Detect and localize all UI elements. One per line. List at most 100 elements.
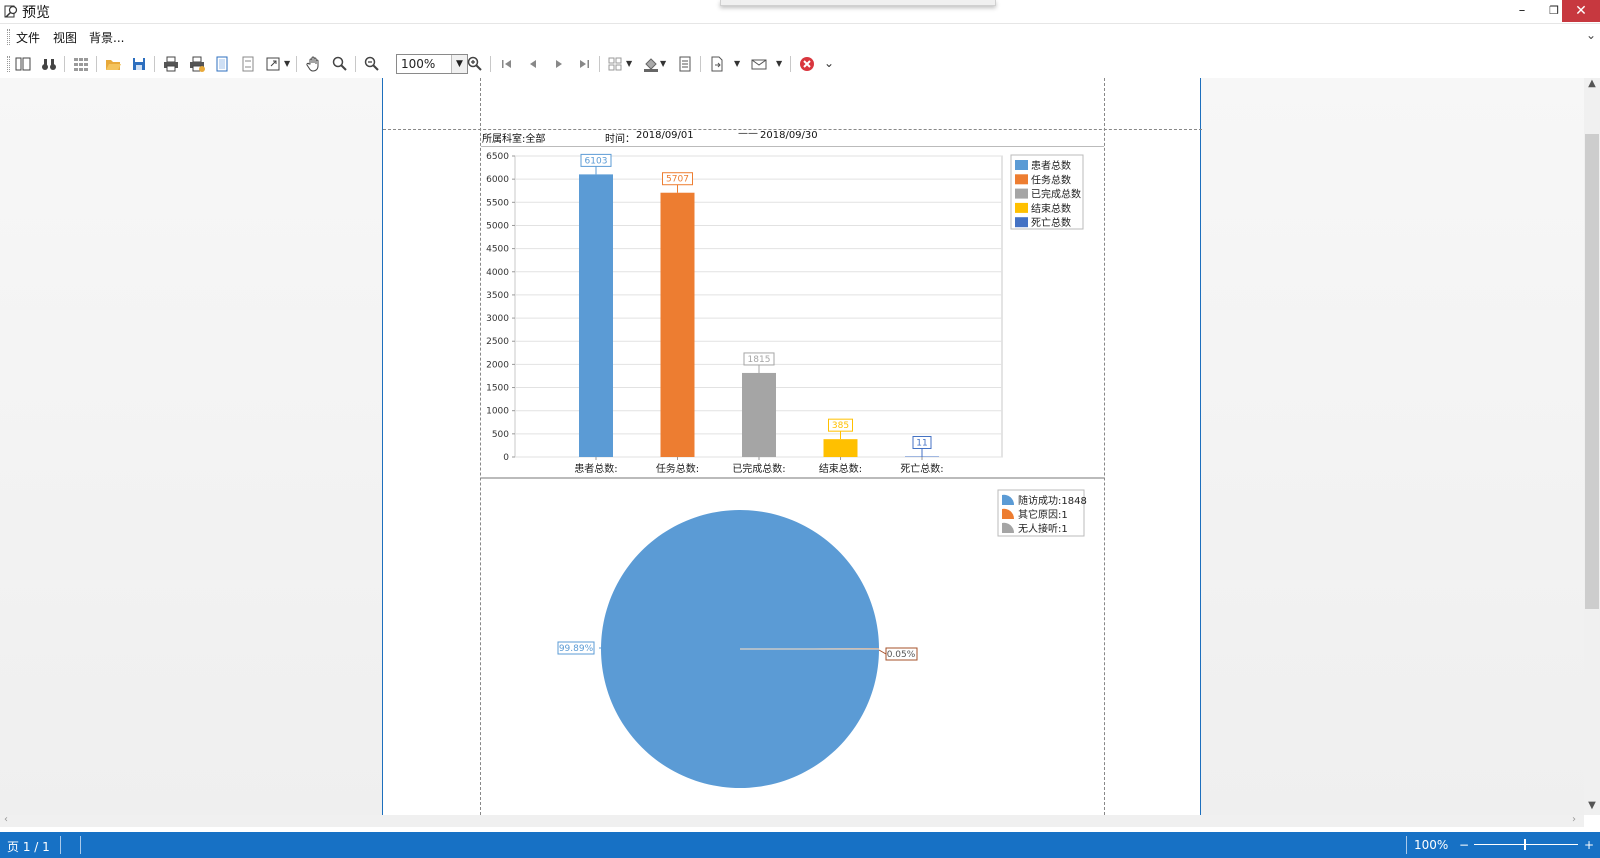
vertical-scrollbar[interactable]: ▲ ▼ bbox=[1584, 78, 1600, 815]
quick-print-icon[interactable] bbox=[188, 55, 206, 73]
y-tick-label: 2000 bbox=[486, 360, 509, 370]
header-footer-icon[interactable] bbox=[239, 55, 257, 73]
print-icon[interactable] bbox=[162, 55, 180, 73]
date-start: 2018/09/01 bbox=[636, 130, 694, 141]
minimize-button[interactable]: – bbox=[1506, 0, 1538, 22]
page-indicator: 页 1 / 1 bbox=[7, 840, 50, 854]
last-page-icon[interactable] bbox=[575, 55, 593, 73]
y-tick-label: 1000 bbox=[486, 407, 509, 417]
zoom-slider-thumb[interactable] bbox=[1524, 839, 1526, 850]
scroll-left-arrow-icon[interactable]: ‹ bbox=[4, 814, 8, 825]
close-preview-chevron-icon[interactable]: ⌄ bbox=[824, 56, 834, 70]
next-page-icon[interactable] bbox=[550, 55, 568, 73]
menu-background[interactable]: 背景... bbox=[89, 29, 124, 46]
menu-grip[interactable] bbox=[7, 29, 10, 45]
zoom-slider-track[interactable] bbox=[1474, 844, 1578, 845]
legend-swatch bbox=[1015, 202, 1028, 213]
send-email-icon[interactable] bbox=[750, 55, 768, 73]
y-tick-label: 2500 bbox=[486, 337, 509, 347]
thumbnails-icon[interactable] bbox=[72, 55, 90, 73]
scroll-right-arrow-icon[interactable]: › bbox=[1572, 814, 1576, 825]
bar bbox=[823, 439, 858, 457]
x-tick-label: 任务总数: bbox=[656, 462, 699, 475]
previous-page-icon[interactable] bbox=[524, 55, 542, 73]
legend-swatch bbox=[1015, 174, 1028, 185]
bar-chart-canvas: 0 500 1000 1500 2000 2500 3000 3500 4000 4500 5000… bbox=[486, 152, 1084, 475]
status-separator bbox=[80, 836, 81, 854]
multiple-pages-icon[interactable] bbox=[607, 55, 625, 73]
vertical-scroll-thumb[interactable] bbox=[1585, 134, 1599, 609]
legend-label: 任务总数 bbox=[1031, 173, 1071, 186]
magnifier-icon[interactable] bbox=[331, 55, 349, 73]
toolbar-grip[interactable] bbox=[7, 56, 10, 72]
horizontal-scrollbar[interactable]: ‹ › bbox=[0, 814, 1584, 827]
zoom-dropdown-arrow-icon[interactable]: ▼ bbox=[451, 55, 467, 73]
close-preview-icon[interactable] bbox=[798, 55, 816, 73]
email-caret-icon[interactable]: ▼ bbox=[776, 59, 782, 68]
fill-color-caret-icon[interactable]: ▼ bbox=[660, 59, 666, 68]
bar bbox=[742, 372, 776, 457]
hand-tool-icon[interactable] bbox=[305, 55, 323, 73]
y-tick-label: 6000 bbox=[486, 175, 509, 185]
page-setup-icon[interactable] bbox=[213, 55, 231, 73]
multiple-pages-caret-icon[interactable]: ▼ bbox=[626, 59, 632, 68]
pie-chart: 99.89% 0.05% 随访成功:1848 其它原因:1 无人接听:1 bbox=[481, 478, 1104, 815]
y-tick-label: 0 bbox=[503, 453, 509, 463]
zoom-in-icon[interactable] bbox=[466, 55, 484, 73]
data-label: 0.05% bbox=[887, 650, 916, 660]
x-tick-label: 死亡总数: bbox=[900, 462, 943, 475]
legend-swatch bbox=[1015, 217, 1028, 228]
toolbar-separator bbox=[599, 56, 600, 72]
menu-expand-chevron-icon[interactable]: ⌄ bbox=[1586, 28, 1596, 42]
x-tick-label: 结束总数: bbox=[819, 462, 862, 475]
y-tick-label: 5500 bbox=[486, 198, 509, 208]
date-range-dash: —— bbox=[738, 128, 758, 139]
scroll-down-arrow-icon[interactable]: ▼ bbox=[1584, 800, 1600, 811]
search-binoculars-icon[interactable] bbox=[40, 55, 58, 73]
x-tick-label: 患者总数: bbox=[574, 462, 617, 475]
zoom-plus-button[interactable]: + bbox=[1584, 838, 1594, 852]
scale-icon[interactable] bbox=[265, 55, 283, 73]
export-document-icon[interactable] bbox=[708, 55, 726, 73]
watermark-icon[interactable] bbox=[676, 55, 694, 73]
scale-dropdown-caret-icon[interactable]: ▼ bbox=[284, 59, 290, 68]
menu-view[interactable]: 视图 bbox=[53, 29, 77, 46]
y-tick-label: 3500 bbox=[486, 291, 509, 301]
floating-window-shadow bbox=[720, 0, 996, 6]
toolbar-separator bbox=[96, 56, 97, 72]
close-button[interactable]: ✕ bbox=[1562, 0, 1600, 22]
export-caret-icon[interactable]: ▼ bbox=[734, 59, 740, 68]
data-label-leader bbox=[878, 649, 887, 655]
legend-label: 死亡总数 bbox=[1031, 216, 1071, 229]
y-tick-label: 500 bbox=[492, 430, 509, 440]
fill-color-icon[interactable] bbox=[642, 55, 660, 73]
status-zoom-value: 100% bbox=[1414, 838, 1449, 852]
save-icon[interactable] bbox=[130, 55, 148, 73]
status-separator bbox=[1406, 836, 1407, 854]
title-bar: 预览 – ❐ ✕ bbox=[0, 0, 1600, 24]
first-page-icon[interactable] bbox=[498, 55, 516, 73]
x-tick-label: 已完成总数: bbox=[732, 462, 785, 475]
bar bbox=[660, 192, 695, 458]
menu-file[interactable]: 文件 bbox=[16, 29, 40, 46]
toolbar-separator bbox=[154, 56, 155, 72]
bar bbox=[579, 174, 613, 457]
document-map-icon[interactable] bbox=[14, 55, 32, 73]
preview-viewport[interactable]: 所属科室:全部 时间： 2018/09/01 —— 2018/09/30 0 50… bbox=[0, 78, 1584, 815]
legend-label: 无人接听:1 bbox=[1018, 522, 1068, 535]
y-tick-label: 4000 bbox=[486, 268, 509, 278]
window-title: 预览 bbox=[22, 5, 50, 21]
preview-app-icon bbox=[4, 5, 18, 18]
toolbar-separator bbox=[296, 56, 297, 72]
y-tick-label: 1500 bbox=[486, 384, 509, 394]
legend-label: 结束总数 bbox=[1031, 202, 1071, 215]
status-separator bbox=[60, 836, 61, 854]
report-page: 所属科室:全部 时间： 2018/09/01 —— 2018/09/30 0 50… bbox=[382, 78, 1202, 815]
department-label: 所属科室:全部 bbox=[482, 134, 546, 145]
data-label: 385 bbox=[832, 421, 849, 431]
scroll-up-arrow-icon[interactable]: ▲ bbox=[1584, 78, 1600, 89]
zoom-combo[interactable]: 100% ▼ bbox=[396, 54, 468, 74]
open-folder-icon[interactable] bbox=[104, 55, 122, 73]
zoom-out-icon[interactable] bbox=[363, 55, 381, 73]
zoom-minus-button[interactable]: − bbox=[1459, 838, 1469, 852]
